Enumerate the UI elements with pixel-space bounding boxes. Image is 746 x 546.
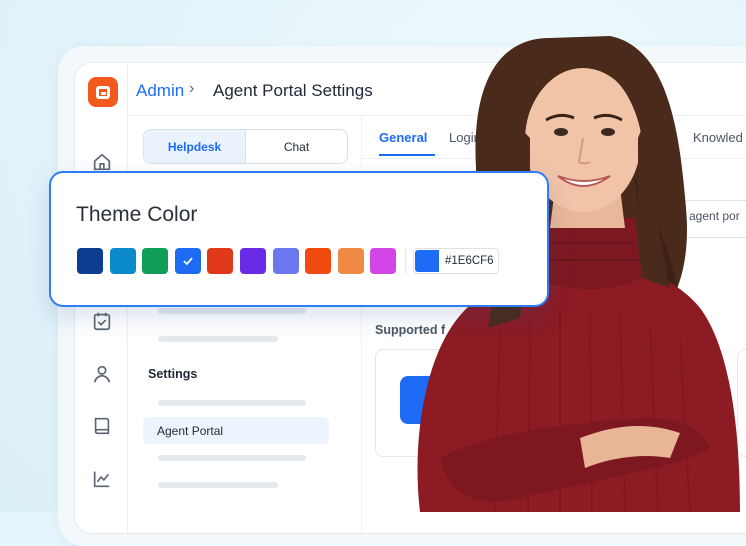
calendar-check-icon[interactable] bbox=[91, 310, 113, 332]
hex-color-preview bbox=[415, 250, 439, 272]
color-swatch[interactable] bbox=[370, 248, 397, 274]
theme-color-title: Theme Color bbox=[76, 203, 198, 226]
user-icon[interactable] bbox=[91, 363, 113, 385]
color-swatch[interactable] bbox=[305, 248, 332, 274]
hex-color-value: #1E6CF6 bbox=[445, 255, 494, 267]
color-swatch[interactable] bbox=[240, 248, 266, 274]
brand-logo[interactable] bbox=[88, 77, 118, 107]
channel-toggle: Helpdesk Chat bbox=[143, 129, 348, 164]
color-swatch[interactable] bbox=[272, 248, 299, 274]
book-icon[interactable] bbox=[91, 415, 113, 437]
placeholder-line bbox=[158, 308, 306, 314]
swatch-divider bbox=[405, 248, 406, 274]
placeholder-line bbox=[158, 482, 278, 488]
placeholder-line bbox=[158, 400, 306, 406]
page-title: Agent Portal Settings bbox=[213, 81, 373, 100]
color-swatch[interactable] bbox=[207, 248, 234, 274]
color-swatch[interactable] bbox=[142, 248, 169, 274]
color-swatch[interactable] bbox=[174, 248, 201, 274]
placeholder-line bbox=[158, 336, 278, 342]
settings-section-heading: Settings bbox=[148, 367, 198, 381]
hex-color-input[interactable]: #1E6CF6 bbox=[413, 248, 499, 274]
home-icon[interactable] bbox=[91, 151, 113, 173]
check-icon bbox=[183, 257, 193, 266]
theme-color-card: Theme Color #1E6CF6 bbox=[49, 171, 549, 307]
placeholder-line bbox=[158, 455, 306, 461]
sidebar-item-agent-portal[interactable]: Agent Portal bbox=[143, 417, 329, 444]
chart-line-icon[interactable] bbox=[91, 468, 113, 490]
color-swatch[interactable] bbox=[337, 248, 364, 274]
color-swatch[interactable] bbox=[77, 248, 103, 274]
helpdesk-toggle-button[interactable]: Helpdesk bbox=[144, 130, 246, 163]
breadcrumb-chevron-icon: › bbox=[189, 80, 195, 97]
color-swatch[interactable] bbox=[109, 248, 136, 274]
chat-toggle-button[interactable]: Chat bbox=[246, 130, 347, 163]
breadcrumb-admin-link[interactable]: Admin bbox=[136, 81, 184, 101]
